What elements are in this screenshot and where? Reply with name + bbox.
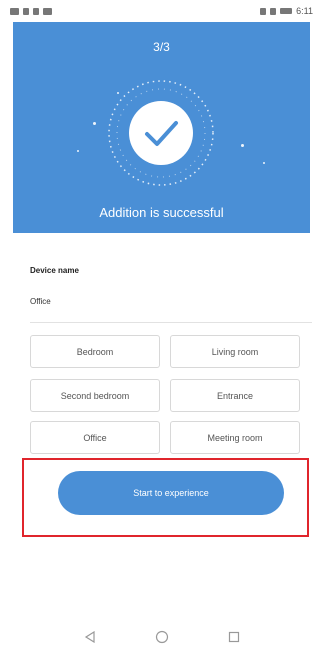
sparkle-dot (241, 144, 244, 147)
status-bar: 6:11 (0, 0, 323, 22)
divider (30, 322, 312, 323)
alarm-icon (260, 7, 267, 15)
sparkle-dot (93, 122, 96, 125)
device-name-label: Device name (30, 266, 79, 275)
success-message: Addition is successful (99, 205, 224, 220)
room-button-entrance[interactable]: Entrance (170, 379, 300, 412)
room-button-bedroom[interactable]: Bedroom (30, 335, 160, 368)
device-name-field[interactable]: Office (30, 297, 51, 306)
vibrate-icon (270, 7, 277, 15)
home-circle-icon[interactable] (154, 629, 170, 645)
battery-icon (280, 8, 293, 14)
status-left-icons (10, 7, 52, 15)
sim-icon (10, 7, 19, 15)
recents-square-icon[interactable] (226, 629, 242, 645)
wifi-icon (33, 7, 39, 15)
start-experience-button[interactable]: Start to experience (58, 471, 284, 515)
signal-icon (23, 7, 29, 15)
back-triangle-icon[interactable] (82, 629, 98, 645)
success-header: 3/3 Addition is successful (13, 22, 310, 233)
room-button-meeting-room[interactable]: Meeting room (170, 421, 300, 454)
room-button-living-room[interactable]: Living room (170, 335, 300, 368)
sparkle-dot (77, 150, 79, 152)
step-indicator: 3/3 (153, 40, 170, 54)
sparkle-dot (263, 162, 265, 164)
checkmark-icon (108, 80, 214, 186)
status-right-icons: 6:11 (260, 6, 313, 16)
room-button-second-bedroom[interactable]: Second bedroom (30, 379, 160, 412)
success-badge (105, 77, 217, 189)
navigation-bar (0, 622, 323, 652)
room-button-office[interactable]: Office (30, 421, 160, 454)
status-time: 6:11 (296, 6, 313, 16)
photo-icon (43, 7, 52, 15)
